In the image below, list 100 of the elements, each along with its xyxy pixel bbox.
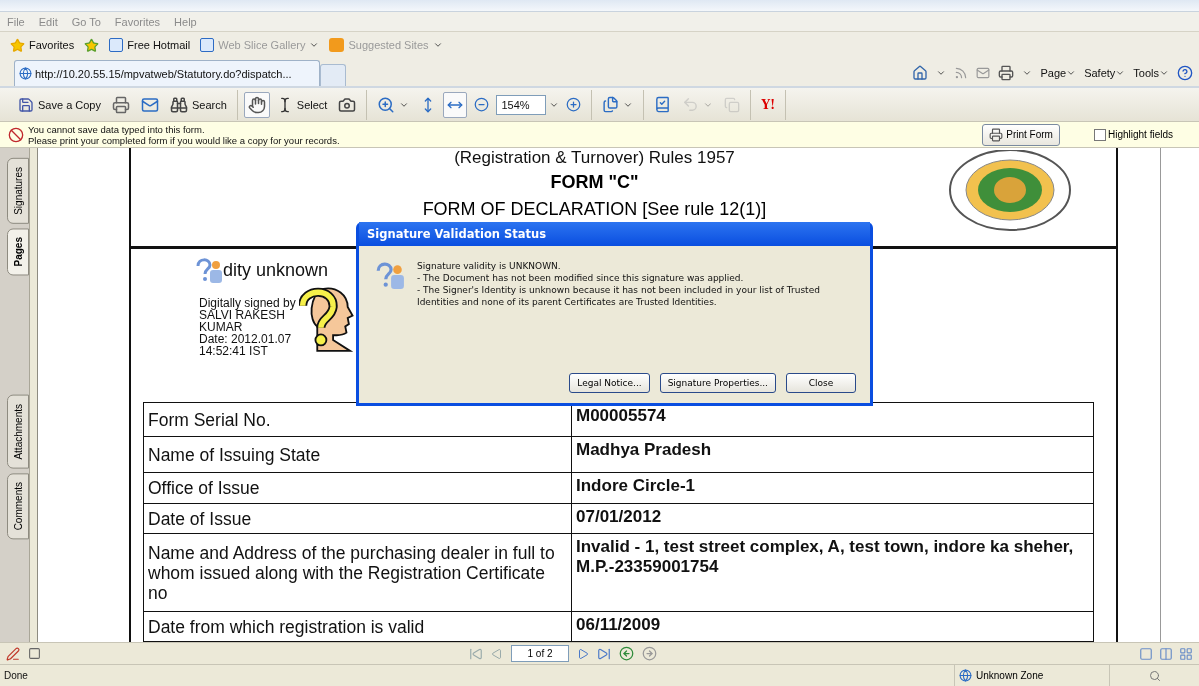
printer-icon [998, 65, 1015, 81]
field-label: Date from which registration is valid [148, 616, 425, 637]
signature-status: dity unknown [223, 260, 329, 281]
signature-text: SALVI RAKESH [199, 309, 285, 322]
select-tool-button[interactable]: Select [272, 91, 332, 118]
command-menu[interactable]: Tools [1133, 67, 1169, 79]
dialog-message: - The Signer's Identity is unknown because it has not been included in your list of Trusted Identities and none of its parent Certificates are Trusted Identities. [417, 284, 821, 308]
unknown-signer-icon [375, 260, 405, 290]
zoom-out-icon [474, 97, 490, 112]
zoom-icon [1148, 669, 1161, 682]
page-number-field[interactable]: 1 of 2 [511, 645, 569, 662]
page-icon [200, 38, 215, 52]
zoom-in-icon [377, 95, 396, 114]
printer-icon [989, 127, 1004, 142]
save-copy-button[interactable]: Save a Copy [14, 91, 105, 118]
highlight-fields-checkbox[interactable]: Highlight fields [1093, 128, 1173, 141]
add-favorite-icon [84, 37, 100, 53]
field-label: Form Serial No. [148, 409, 271, 430]
star-icon [10, 37, 25, 53]
fit-width-button[interactable] [443, 91, 468, 118]
checkbox[interactable] [1093, 128, 1106, 141]
continuous-page-icon [1159, 646, 1173, 661]
back-icon [619, 646, 634, 661]
dropdown-caret-icon [1115, 68, 1126, 78]
dialog-message: - The Document has not been modified since this signature was applied. [417, 272, 744, 284]
signature-text: Digitally signed by [199, 297, 296, 310]
dropdown-caret-icon [432, 40, 443, 50]
dropdown-caret-icon [936, 68, 947, 78]
field-label: Date of Issue [148, 508, 252, 529]
dropdown-caret-icon [309, 40, 320, 50]
form-rule-heading: (Registration & Turnover) Rules 1957 [454, 148, 735, 168]
print-form-button[interactable]: Print Form [982, 123, 1060, 146]
field-value: Madhya Pradesh [576, 440, 712, 460]
book-check-icon [654, 96, 672, 113]
hand-icon [247, 95, 266, 114]
help-icon [1177, 65, 1193, 81]
notice-text: Please print your completed form if you would like a copy for your records. [28, 134, 340, 146]
field-label: Office of Issue [148, 478, 260, 498]
hand-tool-button[interactable] [243, 91, 270, 118]
favorites-link[interactable]: Free Hotmail [109, 38, 191, 52]
facing-pages-icon [1179, 646, 1193, 661]
undo-icon [682, 96, 700, 113]
field-value: Invalid - 1, test street complex, A, test town, indore ka sheher, M.P.-23359001754 [576, 537, 1075, 577]
zoom-in-icon [566, 97, 582, 112]
checkbox-label: Highlight fields [1107, 129, 1173, 140]
globe-icon [19, 67, 32, 80]
pen-icon [6, 646, 20, 661]
pages-icon [602, 96, 620, 113]
forward-icon [642, 646, 657, 661]
email-icon [141, 95, 159, 114]
signature-text: 14:52:41 IST [199, 345, 268, 358]
no-save-icon [8, 126, 24, 143]
signature-text: KUMAR [199, 321, 243, 334]
page-view-icon [28, 647, 41, 660]
printer-icon [112, 95, 130, 114]
command-menu[interactable]: Page [1040, 67, 1077, 79]
dialog-button[interactable]: Legal Notice... [569, 373, 650, 393]
mail-icon [976, 66, 991, 80]
tab-title: http://10.20.55.15/mpvatweb/Statutory.do?dispatch... [35, 67, 292, 80]
copy-icon [724, 96, 741, 113]
dialog-button[interactable]: Signature Properties... [659, 373, 776, 393]
side-tab[interactable]: Comments [7, 472, 29, 540]
side-tab[interactable]: Signatures [7, 158, 29, 224]
first-page-icon [469, 646, 483, 661]
globe-icon [959, 669, 972, 682]
home-icon [912, 65, 929, 81]
next-page-icon [577, 647, 589, 660]
field-label: Name and Address of the purchasing dealer in full to whom issued along with the Registration Certificate no [148, 542, 556, 603]
binoculars-icon [170, 95, 188, 114]
previous-page-icon [491, 647, 503, 660]
side-tab[interactable]: Pages [7, 227, 29, 276]
field-value: M00005574 [576, 406, 666, 426]
form-title: FORM "C" [550, 171, 639, 194]
side-tab[interactable]: Attachments [7, 395, 29, 469]
last-page-icon [597, 646, 611, 661]
security-zone: Unknown Zone [976, 670, 1044, 681]
field-value: 06/11/2009 [576, 615, 661, 635]
dropdown-caret-icon [1159, 68, 1169, 78]
search-button[interactable]: Search [166, 91, 231, 118]
field-label: Name of Issuing State [148, 444, 321, 465]
feed-icon [954, 66, 969, 80]
field-value: Indore Circle-1 [576, 476, 696, 496]
dialog-button[interactable]: Close [786, 373, 856, 393]
bing-icon [329, 38, 345, 52]
status-text: Done [4, 670, 28, 681]
unknown-signer-icon [195, 257, 223, 284]
form-subtitle: FORM OF DECLARATION [See rule 12(1)] [422, 198, 767, 221]
page-icon [109, 38, 124, 52]
single-page-icon [1139, 646, 1153, 661]
field-value: 07/01/2012 [576, 507, 662, 527]
dialog-title: Signature Validation Status [359, 222, 870, 246]
signature-text: Date: 2012.01.07 [199, 333, 292, 346]
dialog-message: Signature validity is UNKNOWN. [417, 260, 561, 272]
yahoo-toolbar-button[interactable]: Y! [757, 91, 780, 118]
command-menu[interactable]: Safety [1084, 67, 1126, 79]
zoom-field[interactable]: 154% [496, 94, 547, 115]
camera-icon [338, 95, 357, 114]
favorites-button[interactable]: Favorites [10, 37, 75, 53]
browser-tab[interactable]: http://10.20.55.15/mpvatweb/Statutory.do?dispatch... [14, 60, 320, 86]
dropdown-caret-icon [1022, 68, 1033, 78]
